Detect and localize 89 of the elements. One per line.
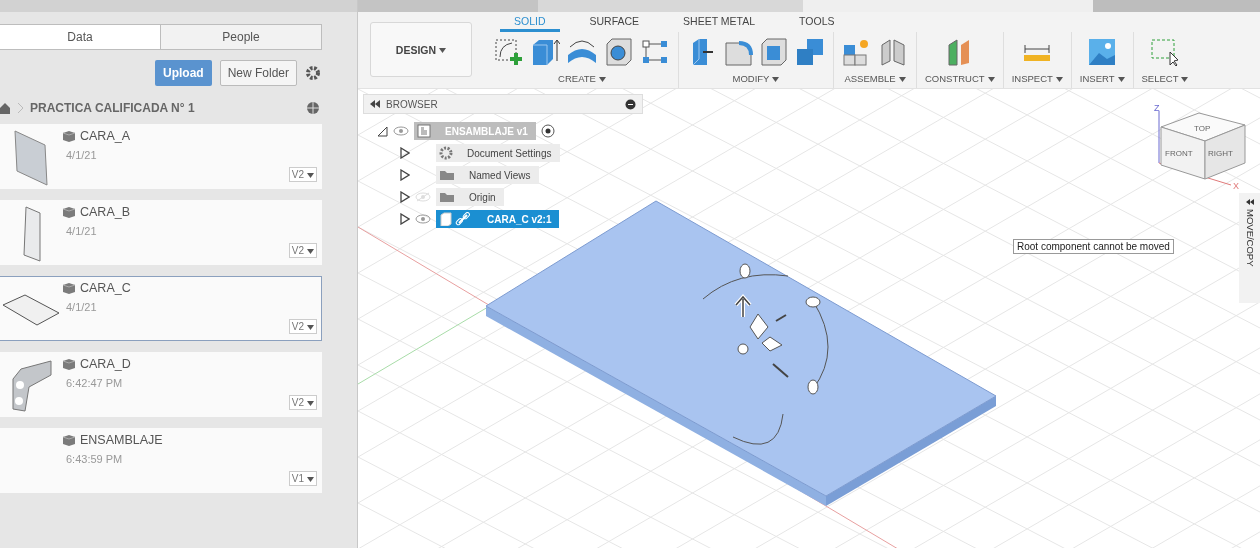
panel-tab[interactable]: People [160,25,321,49]
caret-icon [1055,77,1063,82]
view-cube-drawing[interactable]: Z X TOP FRONT RIGHT [1151,101,1251,191]
toolbar-tab[interactable]: SURFACE [575,15,654,32]
component-link-icon [439,212,473,226]
shell-icon[interactable] [759,37,789,67]
tool-group-menu[interactable]: ASSEMBLE [844,68,906,84]
version-dropdown[interactable]: V2 [288,167,317,182]
tool-group-menu[interactable]: MODIFY [732,68,780,84]
tool-group-menu[interactable]: CREATE [558,68,606,84]
caret-icon [772,77,780,82]
tooltip: Root component cannot be moved [1013,239,1174,254]
tree-item[interactable]: CARA_C v2:1 [436,210,560,228]
file-name: ENSAMBLAJE [80,433,163,447]
eye-icon[interactable] [393,126,409,136]
sketch-icon[interactable] [494,37,524,67]
caret-icon [307,476,314,482]
caret-icon [898,77,906,82]
workspace-dropdown[interactable]: DESIGN [370,22,472,77]
expand-arrow-icon[interactable] [399,147,410,159]
settings-icon[interactable] [305,65,321,81]
collapse-panel-icon[interactable] [370,100,380,108]
collapse-arrow-icon[interactable] [377,125,388,137]
tree-item[interactable]: Named Views [436,166,539,184]
component-icon [417,124,431,138]
toolbar-tab[interactable]: SHEET METAL [669,15,770,32]
caret-icon [598,77,606,82]
expand-arrow-icon[interactable] [399,213,410,225]
chevron-right-icon [16,102,24,114]
expand-arrow-icon[interactable] [399,191,410,203]
side-panel-tab[interactable]: MOVE/COPY [1239,193,1260,303]
box-icon [62,358,76,370]
tree-item[interactable]: Origin [436,188,504,206]
tool-group-menu[interactable]: INSPECT [1011,68,1063,84]
version-dropdown[interactable]: V1 [288,471,317,486]
file-date: 4/1/21 [65,149,98,161]
eye-icon[interactable] [415,214,431,224]
selection-box-icon[interactable] [1150,37,1180,67]
file-date: 6:42:47 PM [65,377,124,389]
gear-icon [439,146,453,160]
minus-circle-icon[interactable] [625,98,636,110]
folder-icon [439,191,455,203]
file-name: CARA_D [80,357,131,371]
version-dropdown[interactable]: V2 [288,319,317,334]
image-icon[interactable] [1087,37,1118,67]
radio-target-icon[interactable] [540,124,555,138]
file-date: 6:43:59 PM [65,453,124,465]
tool-group-menu[interactable]: CONSTRUCT [925,68,995,84]
panel-tab[interactable]: Data [0,25,160,49]
box-icon [62,282,76,294]
globe-icon[interactable] [306,100,321,116]
version-dropdown[interactable]: V2 [288,395,317,410]
browser-title: BROWSER [386,98,439,110]
collapse-panel-icon [1246,199,1254,205]
file-name: CARA_B [80,205,131,219]
version-dropdown[interactable]: V2 [288,243,317,258]
caret-icon [1181,77,1189,82]
file-card[interactable]: ENSAMBLAJE 6:43:59 PM V1 [0,428,322,493]
tool-group-menu[interactable]: INSERT [1079,68,1125,84]
file-card[interactable]: CARA_B 4/1/21 V2 [0,200,322,265]
expand-arrow-icon[interactable] [399,169,410,181]
tool-group-menu[interactable]: SELECT [1141,68,1189,84]
caret-icon [1117,77,1125,82]
cube-icon[interactable] [530,37,560,67]
hole-icon[interactable] [604,37,634,67]
caret-icon [307,248,314,254]
caret-icon [307,400,314,406]
toolbar-tab[interactable]: TOOLS [785,15,849,32]
file-date: 4/1/21 [65,225,98,237]
file-card[interactable]: CARA_D 6:42:47 PM V2 [0,352,322,417]
breadcrumb-folder[interactable]: PRACTICA CALIFICADA N° 1 [30,101,300,115]
new-folder-button[interactable]: New Folder [219,60,297,86]
box-icon [62,130,76,142]
caret-icon [307,324,314,330]
file-card[interactable]: CARA_C 4/1/21 V2 [0,276,322,341]
folder-icon [439,169,455,181]
caret-icon [307,172,314,178]
file-card[interactable]: CARA_A 4/1/21 V2 [0,124,322,189]
joint-icon[interactable] [878,37,908,67]
box-icon [62,434,76,446]
tree-item[interactable]: Document Settings [436,144,560,162]
combine-icon[interactable] [795,37,825,67]
box-icon [62,206,76,218]
file-name: CARA_C [80,281,131,295]
file-date: 4/1/21 [65,301,98,313]
file-name: CARA_A [80,129,131,143]
home-icon[interactable] [0,102,10,114]
caret-icon [987,77,995,82]
caret-icon [439,48,447,54]
